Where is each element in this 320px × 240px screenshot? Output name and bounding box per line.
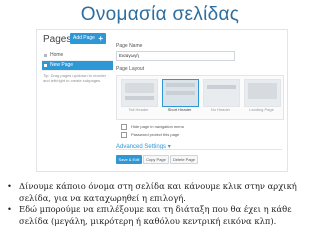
- page-tree-item-new-page[interactable]: New Page: [42, 61, 113, 71]
- bullet-dot-icon: •: [7, 181, 12, 191]
- header-block: [166, 83, 195, 87]
- layout-option-tall-header[interactable]: [121, 79, 158, 107]
- layout-caption: Tall Header: [128, 107, 149, 112]
- layout-option-no-header[interactable]: [203, 79, 240, 107]
- hide-in-nav-label: Hide page in navigation menu: [131, 124, 184, 129]
- delete-page-button[interactable]: Delete Page: [170, 155, 198, 164]
- plus-icon: +: [98, 34, 103, 43]
- reorder-tip: Tip: Drag pages up/down to reorder and l…: [43, 73, 106, 83]
- page-tree-label: Home: [50, 52, 64, 58]
- divider: [116, 149, 282, 150]
- header-block: [248, 83, 277, 99]
- page-tree-label: New Page: [50, 62, 74, 68]
- content-block: [207, 85, 236, 89]
- page-icon: [44, 54, 47, 57]
- layout-caption: Landing Page: [249, 107, 274, 112]
- add-page-label: Add Page: [73, 35, 95, 41]
- bullet-text: Δίνουμε κάποιο όνομα στη σελίδα και κάνο…: [19, 181, 297, 203]
- header-block: [125, 83, 154, 93]
- save-edit-button[interactable]: Save & Edit: [116, 155, 142, 164]
- hide-in-nav-option[interactable]: Hide page in navigation menu: [121, 124, 184, 130]
- page-icon: [44, 64, 47, 67]
- content-block: [166, 91, 195, 95]
- pages-heading: Pages: [43, 34, 72, 45]
- password-protect-checkbox[interactable]: [121, 132, 127, 138]
- slide-bullets: • Δίνουμε κάποιο όνομα στη σελίδα και κάν…: [6, 181, 316, 227]
- content-block: [125, 96, 154, 100]
- password-protect-label: Password protect this page: [131, 132, 180, 137]
- layout-option-landing-page[interactable]: [244, 79, 281, 107]
- page-editor-screenshot: Pages Add Page + Home New Page Tip: Drag…: [36, 29, 288, 172]
- page-name-input[interactable]: Εισαγωγή: [116, 51, 235, 61]
- hide-in-nav-checkbox[interactable]: [121, 124, 127, 130]
- copy-page-button[interactable]: Copy Page: [143, 155, 169, 164]
- layout-caption: Short Header: [167, 107, 192, 112]
- layout-caption: No Header: [210, 107, 231, 112]
- bullet-item: • Εδώ μπορούμε να επιλέξουμε και τη διάτα…: [6, 204, 316, 227]
- password-protect-option[interactable]: Password protect this page: [121, 132, 180, 138]
- page-tree-item-home[interactable]: Home: [42, 51, 113, 61]
- layout-picker: Tall Header Short Header No Header Landi…: [116, 75, 284, 120]
- page-layout-label: Page Layout: [116, 66, 145, 72]
- page-tree: Home New Page: [42, 51, 113, 71]
- bullet-dot-icon: •: [7, 204, 12, 214]
- add-page-button[interactable]: Add Page +: [70, 33, 106, 44]
- slide-title: Ονομασία σελίδας: [80, 4, 240, 25]
- page-name-label: Page Name: [116, 43, 143, 49]
- bullet-item: • Δίνουμε κάποιο όνομα στη σελίδα και κάν…: [6, 181, 316, 204]
- layout-option-short-header[interactable]: [162, 79, 199, 107]
- bullet-text: Εδώ μπορούμε να επιλέξουμε και τη διάταξ…: [19, 204, 292, 226]
